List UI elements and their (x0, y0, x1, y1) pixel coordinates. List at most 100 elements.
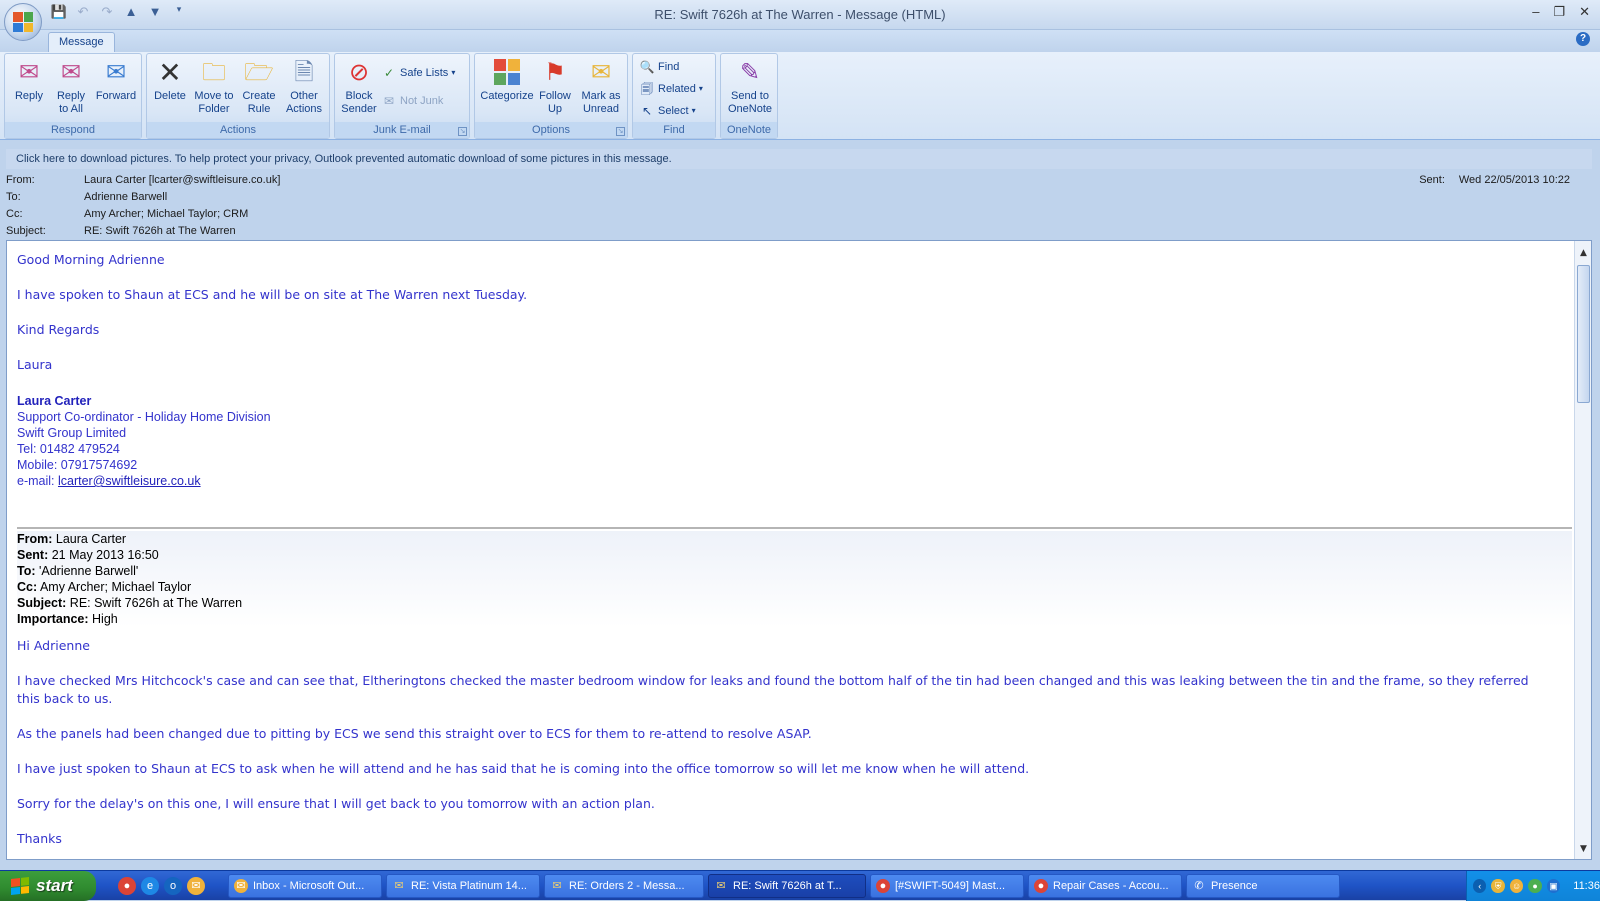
reply-all-icon: ✉ (60, 58, 82, 86)
taskbar-item[interactable]: ✆ Presence (1186, 874, 1340, 898)
actions-group-label: Actions (147, 122, 329, 138)
not-junk-button[interactable]: ✉ Not Junk (381, 92, 443, 110)
actions-group: ✕ Delete 🗀 Move to Folder 🗁 Create Rule … (146, 53, 330, 139)
other-actions-icon: 🗎 (294, 58, 314, 86)
sender-name: Laura (17, 357, 53, 372)
taskbar-item[interactable]: ● [#SWIFT-5049] Mast... (870, 874, 1024, 898)
find-group: 🔍 Find 🗐 Related ▾ ↖ Select ▾ Find (632, 53, 716, 139)
taskbar-item[interactable]: ✉ RE: Vista Platinum 14... (386, 874, 540, 898)
mail-icon[interactable]: ✉ (187, 877, 205, 895)
mark-as-unread-button[interactable]: ✉ Mark as Unread (577, 56, 625, 122)
reply-all-button[interactable]: ✉ Reply to All (51, 56, 91, 122)
options-dialog-launcher-icon[interactable]: ↘ (616, 127, 625, 136)
forward-button[interactable]: ✉ Forward (93, 56, 139, 122)
chrome-icon: ● (1034, 879, 1048, 893)
find-group-label: Find (633, 122, 715, 138)
chrome-icon[interactable]: ● (118, 877, 136, 895)
system-tray: ‹ ⛨ ☺ ● ▣ 11:36 (1466, 871, 1600, 901)
signature-email-line: e-mail: lcarter@swiftleisure.co.uk (17, 474, 201, 488)
delete-button[interactable]: ✕ Delete (151, 56, 189, 122)
reply-button[interactable]: ✉ Reply (9, 56, 49, 122)
binoculars-icon: 🔍 (639, 60, 655, 74)
ribbon-tab-row: Message ? (0, 30, 1600, 53)
safe-lists-icon: ✓ (383, 66, 395, 80)
message-header: From: Laura Carter [lcarter@swiftleisure… (0, 170, 1600, 240)
quoted-sent: Sent: 21 May 2013 16:50 (17, 548, 159, 562)
ie-icon[interactable]: e (141, 877, 159, 895)
quoted-paragraph: I have checked Mrs Hitchcock's case and … (17, 673, 1529, 706)
minimize-button[interactable]: – (1532, 4, 1539, 20)
block-sender-button[interactable]: ⊘ Block Sender (339, 56, 379, 122)
windows-logo-icon (11, 877, 29, 895)
tray-expand-icon[interactable]: ‹ (1473, 879, 1487, 893)
junk-email-dialog-launcher-icon[interactable]: ↘ (458, 127, 467, 136)
onenote-group-label: OneNote (721, 122, 777, 138)
vertical-scrollbar[interactable]: ▲ ▼ (1574, 241, 1591, 859)
sender[interactable]: Laura Carter [lcarter@swiftleisure.co.uk… (84, 172, 280, 189)
send-to-onenote-button[interactable]: ✎ Send to OneNote (723, 56, 777, 122)
not-junk-icon: ✉ (383, 94, 395, 108)
mail-icon: ✉ (552, 880, 562, 892)
select-button[interactable]: ↖ Select ▾ (639, 102, 696, 120)
cursor-icon: ↖ (641, 104, 653, 118)
tab-message[interactable]: Message (48, 32, 115, 53)
signature-mobile: Mobile: 07917574692 (17, 458, 138, 472)
junk-email-group: ⊘ Block Sender ✓ Safe Lists ▾ ✉ Not Junk… (334, 53, 470, 139)
scroll-thumb[interactable] (1577, 265, 1590, 403)
email-link[interactable]: lcarter@swiftleisure.co.uk (58, 474, 201, 488)
outlook-icon[interactable]: o (164, 877, 182, 895)
status-green-icon[interactable]: ● (1528, 879, 1542, 893)
taskbar-item-active[interactable]: ✉ RE: Swift 7626h at T... (708, 874, 866, 898)
chrome-icon: ● (876, 879, 890, 893)
cc-recipients[interactable]: Amy Archer; Michael Taylor; CRM (84, 206, 248, 223)
find-button[interactable]: 🔍 Find (639, 58, 680, 76)
quoted-paragraph: Sorry for the delay's on this one, I wil… (17, 796, 655, 811)
dropdown-arrow-icon: ▾ (698, 84, 703, 93)
recipient[interactable]: Adrienne Barwell (84, 189, 167, 206)
start-button[interactable]: start (0, 871, 96, 901)
respond-group: ✉ Reply ✉ Reply to All ✉ Forward Respond (4, 53, 142, 139)
scroll-up-icon[interactable]: ▲ (1575, 245, 1591, 261)
help-icon[interactable]: ? (1576, 32, 1590, 46)
network-icon[interactable]: ▣ (1546, 879, 1561, 893)
office-button[interactable] (4, 3, 42, 41)
picture-download-infobar[interactable]: Click here to download pictures. To help… (6, 149, 1592, 169)
security-shield-icon[interactable]: ⛨ (1491, 879, 1505, 893)
greeting: Good Morning Adrienne (17, 252, 165, 267)
message-body[interactable]: Good Morning Adrienne I have spoken to S… (6, 240, 1592, 860)
quoted-to: To: 'Adrienne Barwell' (17, 564, 139, 578)
quoted-from: From: Laura Carter (17, 532, 127, 546)
dropdown-arrow-icon: ▾ (691, 106, 696, 115)
quoted-header: From: Laura Carter Sent: 21 May 2013 16:… (17, 531, 1572, 627)
related-icon: 🗐 (641, 82, 653, 96)
related-button[interactable]: 🗐 Related ▾ (639, 80, 703, 98)
body-paragraph: I have spoken to Shaun at ECS and he wil… (17, 287, 528, 302)
safe-lists-button[interactable]: ✓ Safe Lists ▾ (381, 64, 455, 82)
taskbar-item[interactable]: ✉ Inbox - Microsoft Out... (228, 874, 382, 898)
close-button[interactable]: ✕ (1579, 4, 1590, 20)
create-rule-button[interactable]: 🗁 Create Rule (239, 56, 279, 122)
categorize-icon (491, 56, 523, 88)
title-bar: 💾 ↶ ↷ ▲ ▼ ▾ RE: Swift 7626h at The Warre… (0, 0, 1600, 41)
taskbar: start ● e o ✉ ✉ Inbox - Microsoft Out...… (0, 870, 1600, 901)
scroll-down-icon[interactable]: ▼ (1575, 841, 1591, 857)
respond-group-label: Respond (5, 122, 141, 138)
quoted-subject: Subject: RE: Swift 7626h at The Warren (17, 596, 243, 610)
outlook-icon: ✉ (234, 879, 248, 893)
follow-up-button[interactable]: ⚑ Follow Up (535, 56, 575, 122)
clock: 11:36 (1573, 880, 1600, 892)
onenote-group: ✎ Send to OneNote OneNote (720, 53, 778, 139)
tray-app-icon[interactable]: ☺ (1509, 879, 1524, 893)
maximize-button[interactable]: ❐ (1553, 4, 1565, 20)
taskbar-item[interactable]: ● Repair Cases - Accou... (1028, 874, 1182, 898)
other-actions-button[interactable]: 🗎 Other Actions (281, 56, 327, 122)
move-to-folder-button[interactable]: 🗀 Move to Folder (191, 56, 237, 122)
mail-icon: ✉ (394, 880, 404, 892)
junk-email-group-label: Junk E-mail (335, 122, 469, 138)
signature-company: Swift Group Limited (17, 426, 127, 440)
signature-name: Laura Carter (17, 394, 92, 408)
rule-icon: 🗁 (244, 58, 274, 86)
categorize-button[interactable]: Categorize (479, 56, 535, 122)
delete-icon: ✕ (158, 56, 182, 88)
taskbar-item[interactable]: ✉ RE: Orders 2 - Messa... (544, 874, 704, 898)
